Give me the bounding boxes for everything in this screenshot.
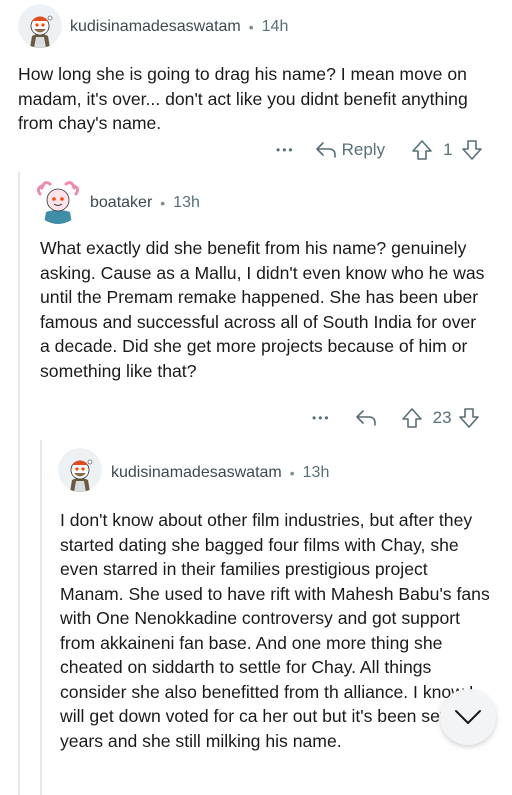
comment-2-header: boataker • 13h xyxy=(90,194,200,212)
vote-count: 1 xyxy=(443,140,453,159)
separator: • xyxy=(248,19,254,35)
reply-button[interactable]: Reply xyxy=(315,140,385,160)
vote-count: 23 xyxy=(432,408,452,427)
upvote-icon[interactable] xyxy=(411,139,433,161)
chevron-down-icon xyxy=(455,710,481,724)
reply-icon xyxy=(355,410,376,426)
separator: • xyxy=(160,195,166,211)
timestamp: 13h xyxy=(302,464,330,481)
comment-1-body: How long she is going to drag his name? … xyxy=(18,64,468,133)
avatar[interactable] xyxy=(34,176,82,224)
username[interactable]: kudisinamadesaswatam xyxy=(111,464,282,482)
comment-3-header: kudisinamadesaswatam • 13h xyxy=(111,464,329,482)
reply-button[interactable] xyxy=(355,409,377,427)
comment-2-actions: ••• 23 xyxy=(312,404,480,432)
more-options-button[interactable]: ••• xyxy=(276,143,295,157)
upvote-icon[interactable] xyxy=(401,407,423,429)
comment-3-body: I don't know about other film industries… xyxy=(60,510,490,751)
username[interactable]: kudisinamadesaswatam xyxy=(70,18,241,36)
username[interactable]: boataker xyxy=(90,194,152,212)
avatar[interactable] xyxy=(18,4,62,48)
downvote-icon[interactable] xyxy=(461,139,483,161)
thread-line-level1[interactable] xyxy=(18,172,20,795)
comment-1-header: kudisinamadesaswatam • 14h xyxy=(70,18,288,36)
thread-line-level2[interactable] xyxy=(40,440,42,795)
comment-1-actions: ••• Reply 1 xyxy=(276,136,483,164)
timestamp: 14h xyxy=(261,18,289,35)
more-options-button[interactable]: ••• xyxy=(312,411,331,425)
scroll-next-button[interactable] xyxy=(440,689,496,745)
downvote-icon[interactable] xyxy=(458,407,480,429)
reply-label: Reply xyxy=(341,140,386,159)
separator: • xyxy=(289,465,295,481)
avatar[interactable] xyxy=(58,448,102,492)
reply-icon xyxy=(315,142,336,158)
comment-2-body: What exactly did she benefit from his na… xyxy=(40,238,485,381)
timestamp: 13h xyxy=(173,194,200,211)
